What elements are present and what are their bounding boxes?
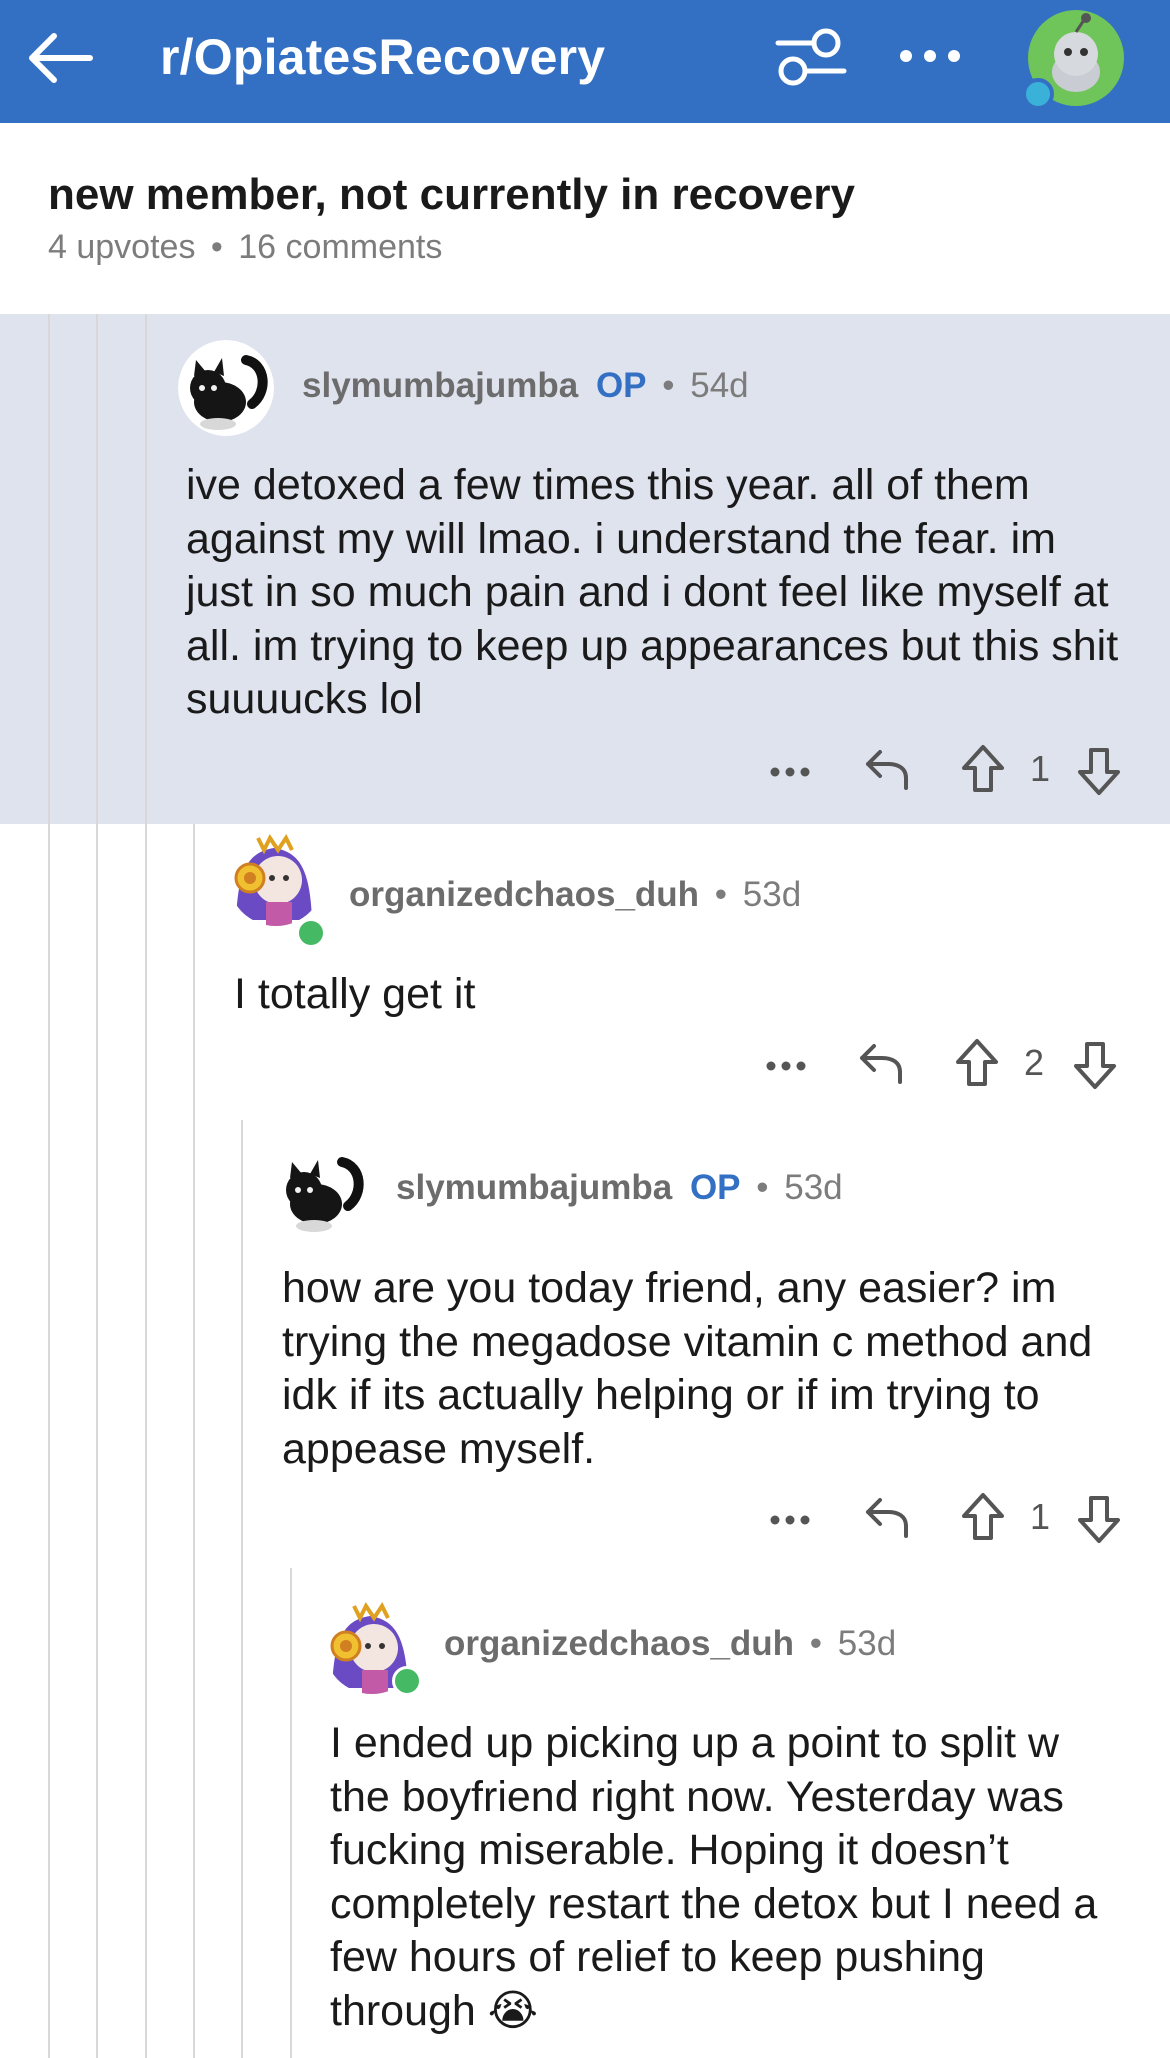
- comment-actions: 2: [764, 1034, 1124, 1094]
- more-icon[interactable]: [898, 46, 962, 66]
- upvote-icon[interactable]: [960, 1492, 1006, 1542]
- username[interactable]: organizedchaos_duh: [349, 875, 699, 914]
- downvote-icon[interactable]: [1076, 1494, 1122, 1544]
- vote-count: 1: [1030, 1496, 1051, 1537]
- thread-line[interactable]: [96, 314, 98, 2058]
- comment-meta: organizedchaos_duh • 53d: [444, 1624, 896, 1664]
- comment-body: how are you today friend, any easier? im…: [282, 1264, 1093, 1473]
- meta-separator: •: [662, 366, 675, 405]
- top-app-bar: r/OpiatesRecovery: [0, 0, 1170, 123]
- comment-actions: 1: [768, 1488, 1128, 1548]
- comment-body: I ended up picking up a point to split w…: [330, 1719, 1098, 2035]
- meta-separator: •: [714, 875, 728, 914]
- more-options-icon[interactable]: [770, 766, 810, 778]
- post-stats: 4 upvotes • 16 comments: [48, 228, 442, 267]
- comment-age: 53d: [742, 875, 802, 914]
- back-arrow-icon[interactable]: [24, 28, 94, 88]
- comment-age: 53d: [784, 1168, 843, 1207]
- comment-body: I totally get it: [234, 970, 476, 1018]
- username[interactable]: slymumbajumba: [396, 1168, 672, 1207]
- online-status-dot: [392, 1666, 422, 1696]
- online-status-dot: [296, 918, 326, 948]
- upvote-icon[interactable]: [954, 1038, 1000, 1088]
- profile-avatar-icon[interactable]: [1018, 6, 1126, 114]
- subreddit-title[interactable]: r/OpiatesRecovery: [160, 28, 605, 86]
- downvote-icon[interactable]: [1072, 1040, 1118, 1090]
- stats-separator: •: [210, 228, 223, 266]
- filter-sort-icon[interactable]: [774, 26, 848, 90]
- op-badge: OP: [595, 366, 647, 405]
- avatar-cat[interactable]: [178, 340, 274, 436]
- thread-line[interactable]: [145, 314, 147, 2058]
- thread-line[interactable]: [48, 314, 50, 2058]
- cat-avatar-icon: [274, 1142, 370, 1238]
- reply-icon[interactable]: [862, 748, 910, 792]
- reply-icon[interactable]: [856, 1042, 904, 1086]
- meta-separator: •: [756, 1168, 769, 1207]
- upvote-count: 4 upvotes: [48, 228, 196, 266]
- downvote-icon[interactable]: [1076, 746, 1122, 796]
- comment-body: ive detoxed a few times this year. all o…: [186, 461, 1119, 723]
- headset-avatar-icon: [228, 830, 324, 926]
- more-options-icon[interactable]: [770, 1514, 810, 1526]
- thread-line[interactable]: [290, 1568, 292, 2058]
- op-badge: OP: [689, 1168, 741, 1207]
- thread-line[interactable]: [241, 1120, 243, 2058]
- avatar-headset[interactable]: [228, 830, 324, 926]
- post-title[interactable]: new member, not currently in recovery: [48, 170, 855, 220]
- comment-actions: 1: [768, 740, 1128, 800]
- username[interactable]: organizedchaos_duh: [444, 1624, 794, 1663]
- comment-meta: slymumbajumba OP • 53d: [396, 1168, 843, 1208]
- username[interactable]: slymumbajumba: [302, 366, 578, 405]
- more-options-icon[interactable]: [766, 1060, 806, 1072]
- comment-meta: slymumbajumba OP • 54d: [302, 366, 749, 406]
- comment-age: 54d: [690, 366, 749, 405]
- vote-count: 2: [1024, 1042, 1045, 1083]
- cat-avatar-icon: [178, 340, 274, 436]
- vote-count: 1: [1030, 748, 1051, 789]
- meta-separator: •: [809, 1624, 823, 1663]
- comment-meta: organizedchaos_duh • 53d: [349, 875, 801, 915]
- comment-count: 16 comments: [238, 228, 443, 266]
- thread-line[interactable]: [193, 824, 195, 2058]
- upvote-icon[interactable]: [960, 744, 1006, 794]
- avatar-cat[interactable]: [274, 1142, 370, 1238]
- reply-icon[interactable]: [862, 1496, 910, 1540]
- comment-age: 53d: [837, 1624, 897, 1663]
